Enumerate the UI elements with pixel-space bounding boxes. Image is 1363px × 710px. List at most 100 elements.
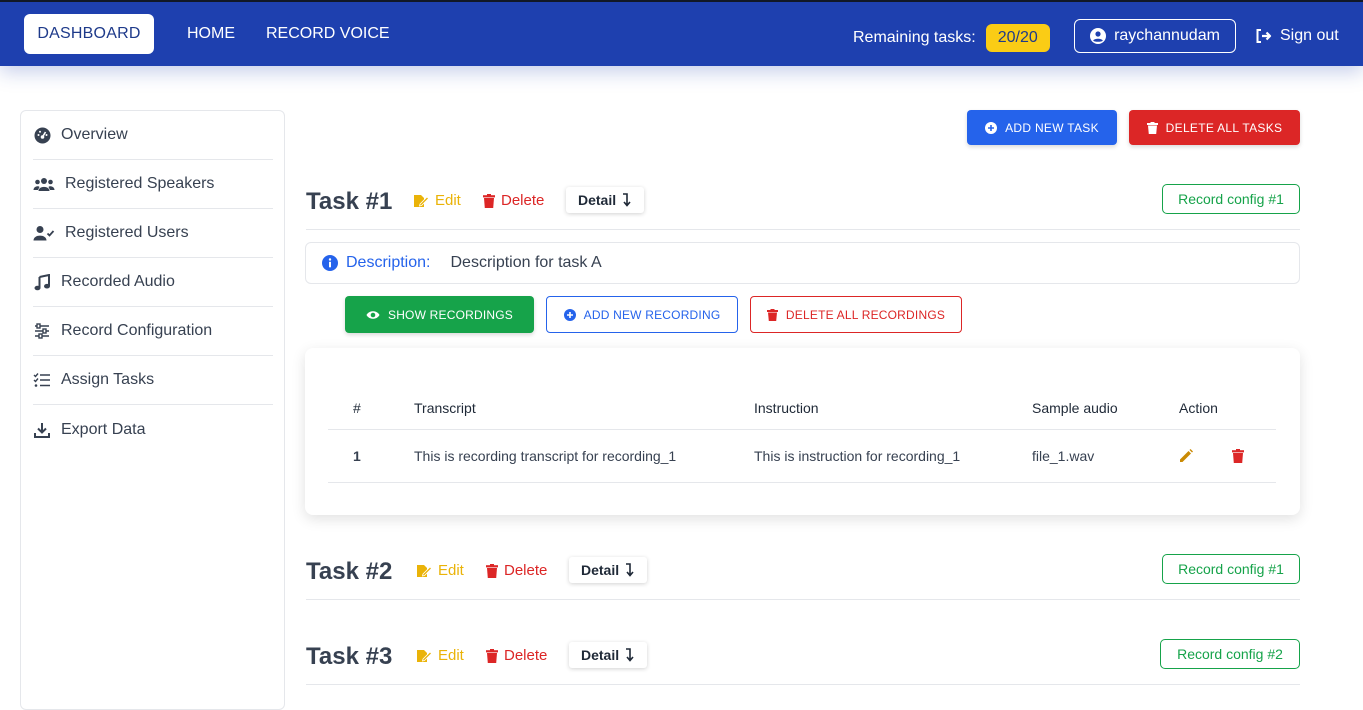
edit-icon: [413, 194, 429, 208]
row-instruction: This is instruction for recording_1: [754, 448, 961, 464]
info-circle-icon: [322, 255, 338, 271]
nav-record-voice-link[interactable]: RECORD VOICE: [266, 14, 390, 54]
sidebar-item-registered-users[interactable]: Registered Users: [33, 209, 273, 258]
user-circle-icon: [1090, 28, 1107, 44]
recordings-card: # Transcript Instruction Sample audio Ac…: [305, 348, 1300, 515]
sidebar-item-registered-speakers[interactable]: Registered Speakers: [33, 160, 273, 209]
trash-icon: [486, 648, 498, 663]
task-title: Task #1: [306, 188, 393, 215]
remaining-tasks: Remaining tasks: 20/20: [853, 24, 1050, 52]
detail-label: Detail: [578, 192, 617, 208]
arrow-turn-down-icon: [625, 648, 635, 662]
sign-out-icon: [1255, 28, 1272, 44]
add-new-task-label: ADD NEW TASK: [1005, 120, 1099, 135]
delete-all-recordings-button[interactable]: DELETE ALL RECORDINGS: [750, 296, 962, 333]
remaining-tasks-badge: 20/20: [985, 24, 1050, 52]
column-header: Instruction: [754, 399, 819, 416]
arrow-turn-down-icon: [622, 193, 632, 207]
column-header: Action: [1179, 399, 1218, 416]
sidebar-item-label: Export Data: [61, 420, 146, 438]
show-recordings-label: SHOW RECORDINGS: [387, 307, 513, 322]
nav-home-link[interactable]: HOME: [187, 14, 235, 54]
sidebar-item-label: Registered Users: [65, 224, 189, 241]
username-label: raychannudam: [1114, 27, 1220, 44]
row-number: 1: [353, 448, 361, 464]
task-delete-button[interactable]: Delete: [486, 562, 547, 579]
sidebar-item-label: Assign Tasks: [61, 371, 155, 388]
task-title: Task #3: [306, 643, 393, 670]
sidebar-item-label: Recorded Audio: [61, 273, 175, 290]
task-header: Task #3 Edit Delete Detail Record config…: [306, 633, 1300, 685]
users-icon: [33, 175, 55, 193]
arrow-turn-down-icon: [625, 563, 635, 577]
sliders-icon: [33, 322, 51, 340]
detail-label: Detail: [581, 562, 620, 578]
sidebar-item-export-data[interactable]: Export Data: [33, 405, 273, 454]
delete-label: Delete: [501, 192, 545, 209]
task-detail-button[interactable]: Detail: [566, 187, 645, 213]
task-description: Description: Description for task A: [305, 242, 1300, 284]
edit-label: Edit: [435, 192, 461, 209]
task-detail-button[interactable]: Detail: [569, 557, 648, 583]
delete-all-recordings-label: DELETE ALL RECORDINGS: [785, 307, 946, 322]
plus-circle-icon: [563, 308, 576, 321]
table-row: 1 This is recording transcript for recor…: [328, 430, 1276, 483]
delete-all-tasks-button[interactable]: DELETE ALL TASKS: [1129, 110, 1300, 145]
task-header: Task #2 Edit Delete Detail Record config…: [306, 548, 1300, 600]
sidebar-item-record-configuration[interactable]: Record Configuration: [33, 307, 273, 356]
sidebar-item-label: Overview: [61, 126, 128, 143]
task-edit-button[interactable]: Edit: [416, 647, 464, 664]
task-delete-button[interactable]: Delete: [483, 192, 544, 209]
description-value: Description for task A: [450, 254, 602, 271]
recordings-table: # Transcript Instruction Sample audio Ac…: [328, 386, 1276, 483]
task-detail-button[interactable]: Detail: [569, 642, 648, 668]
top-navbar: DASHBOARD HOME RECORD VOICE Remaining ta…: [0, 0, 1363, 66]
add-new-task-button[interactable]: ADD NEW TASK: [967, 110, 1117, 145]
column-header: #: [353, 399, 361, 416]
record-config-badge[interactable]: Record config #2: [1160, 639, 1300, 669]
list-check-icon: [33, 371, 51, 389]
delete-label: Delete: [504, 647, 548, 664]
column-header: Sample audio: [1032, 399, 1118, 416]
trash-icon: [483, 193, 495, 208]
delete-label: Delete: [504, 562, 548, 579]
trash-icon: [766, 308, 778, 321]
task-header: Task #1 Edit Delete Detail Record config…: [306, 178, 1300, 230]
delete-all-tasks-label: DELETE ALL TASKS: [1165, 120, 1283, 135]
trash-icon: [486, 563, 498, 578]
nav-dashboard-button[interactable]: DASHBOARD: [24, 14, 154, 54]
sidebar-item-overview[interactable]: Overview: [33, 111, 273, 160]
trash-icon: [1146, 121, 1158, 134]
row-edit-button[interactable]: [1179, 430, 1193, 482]
edit-label: Edit: [438, 562, 464, 579]
task-edit-button[interactable]: Edit: [416, 562, 464, 579]
task-delete-button[interactable]: Delete: [486, 647, 547, 664]
row-sample-audio: file_1.wav: [1032, 448, 1095, 464]
edit-icon: [416, 564, 432, 578]
eye-icon: [366, 310, 380, 320]
add-new-recording-label: ADD NEW RECORDING: [583, 307, 721, 322]
row-transcript: This is recording transcript for recordi…: [414, 448, 677, 464]
download-icon: [33, 421, 51, 439]
record-config-badge[interactable]: Record config #1: [1162, 554, 1300, 584]
music-note-icon: [33, 273, 51, 291]
show-recordings-button[interactable]: SHOW RECORDINGS: [345, 296, 534, 333]
column-header: Transcript: [414, 399, 476, 416]
task-edit-button[interactable]: Edit: [413, 192, 461, 209]
remaining-tasks-label: Remaining tasks:: [853, 29, 976, 46]
plus-circle-icon: [985, 121, 998, 134]
user-check-icon: [33, 224, 55, 242]
sidebar-item-label: Record Configuration: [61, 322, 213, 339]
user-account-button[interactable]: raychannudam: [1074, 19, 1236, 53]
sign-out-button[interactable]: Sign out: [1255, 19, 1339, 53]
dashboard-gauge-icon: [33, 126, 51, 144]
task-title: Task #2: [306, 558, 393, 585]
record-config-badge[interactable]: Record config #1: [1162, 184, 1300, 214]
row-delete-button[interactable]: [1232, 430, 1244, 482]
sidebar-item-assign-tasks[interactable]: Assign Tasks: [33, 356, 273, 405]
edit-icon: [416, 649, 432, 663]
add-new-recording-button[interactable]: ADD NEW RECORDING: [546, 296, 738, 333]
trash-icon: [1232, 449, 1244, 463]
table-header-row: # Transcript Instruction Sample audio Ac…: [328, 386, 1276, 430]
sidebar-item-recorded-audio[interactable]: Recorded Audio: [33, 258, 273, 307]
